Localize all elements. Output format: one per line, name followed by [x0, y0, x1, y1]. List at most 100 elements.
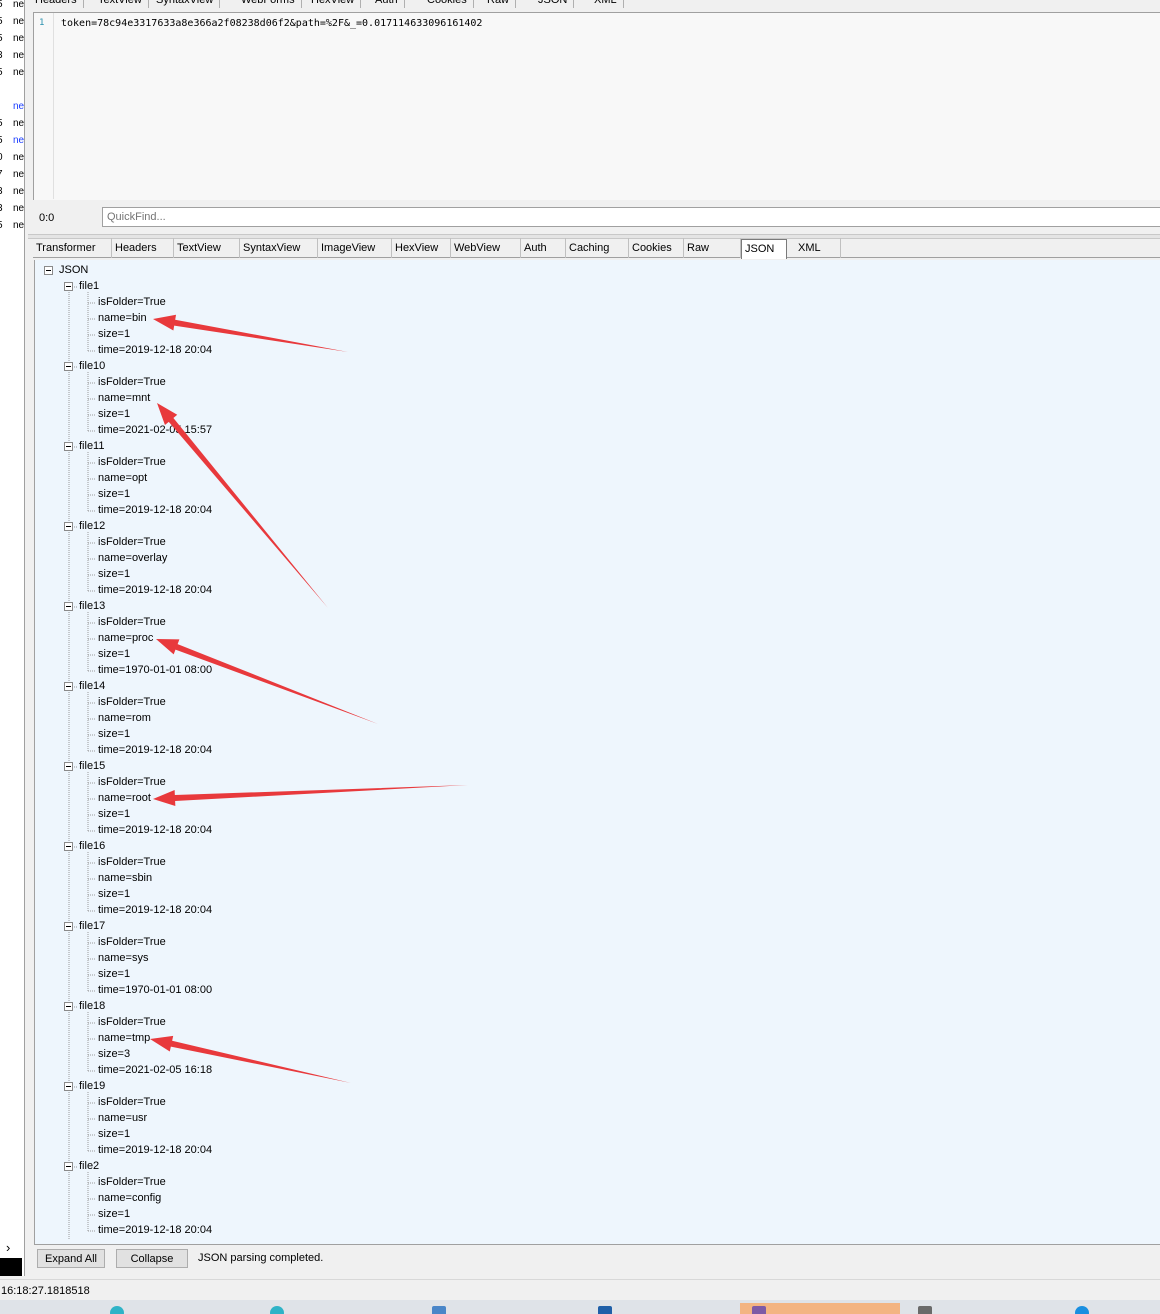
- taskbar-app-icon[interactable]: [752, 1306, 766, 1314]
- session-list-strip[interactable]: 5 ne 5 ne 5 ne 3 ne 5 ne ne 5 ne 5 ne 0 ne 7 ne 3 ne 3 ne 5 ne ›: [0, 0, 25, 1276]
- collapse-toggle-icon[interactable]: [64, 1082, 73, 1091]
- session-row[interactable]: 5 ne: [0, 132, 24, 149]
- tree-node-property[interactable]: time=2021-02-05 15:57: [98, 424, 212, 437]
- taskbar-app-icon[interactable]: [1075, 1306, 1089, 1314]
- tree-node-property[interactable]: time=2021-02-05 16:18: [98, 1064, 212, 1077]
- session-row[interactable]: 7 ne: [0, 166, 24, 183]
- tree-node-key[interactable]: file11: [79, 440, 104, 453]
- tree-node-property[interactable]: time=2019-12-18 20:04: [98, 504, 212, 517]
- tree-node-property[interactable]: isFolder=True: [98, 1016, 166, 1029]
- collapse-toggle-icon[interactable]: [64, 602, 73, 611]
- tree-node-property[interactable]: size=1: [98, 328, 130, 341]
- collapse-toggle-icon[interactable]: [64, 922, 73, 931]
- collapse-toggle-icon[interactable]: [64, 442, 73, 451]
- tree-node-property[interactable]: time=2019-12-18 20:04: [98, 824, 212, 837]
- request-tab-auth[interactable]: Auth: [375, 0, 405, 8]
- taskbar-app-icon[interactable]: [270, 1306, 284, 1314]
- tree-node-property[interactable]: isFolder=True: [98, 776, 166, 789]
- tree-node-property[interactable]: name=root: [98, 792, 151, 805]
- session-row[interactable]: 5 ne: [0, 115, 24, 132]
- session-row[interactable]: 0 ne: [0, 149, 24, 166]
- request-tab-json[interactable]: JSON: [538, 0, 575, 8]
- tree-node-property[interactable]: name=bin: [98, 312, 147, 325]
- tree-node-property[interactable]: name=opt: [98, 472, 147, 485]
- session-row[interactable]: [0, 81, 24, 98]
- session-row[interactable]: 3 ne: [0, 183, 24, 200]
- taskbar-app-icon[interactable]: [110, 1306, 124, 1314]
- session-row[interactable]: ne: [0, 98, 24, 115]
- collapse-toggle-icon[interactable]: [64, 682, 73, 691]
- response-tab-webview[interactable]: WebView: [451, 238, 521, 258]
- tree-node-property[interactable]: name=sbin: [98, 872, 152, 885]
- tree-node-property[interactable]: name=overlay: [98, 552, 167, 565]
- request-tab-raw[interactable]: Raw: [487, 0, 517, 8]
- tree-node-property[interactable]: size=1: [98, 1128, 130, 1141]
- response-tab-caching[interactable]: Caching: [566, 238, 629, 258]
- request-tab-textview[interactable]: TextView: [98, 0, 149, 8]
- tree-node-property[interactable]: size=1: [98, 408, 130, 421]
- tree-node-property[interactable]: time=1970-01-01 08:00: [98, 664, 212, 677]
- tree-node-key[interactable]: file2: [79, 1160, 99, 1173]
- tree-node-property[interactable]: size=1: [98, 488, 130, 501]
- collapse-button[interactable]: Collapse: [116, 1249, 188, 1268]
- tree-node-property[interactable]: isFolder=True: [98, 1176, 166, 1189]
- response-tab-transformer[interactable]: Transformer: [33, 238, 112, 258]
- tree-node-property[interactable]: time=2019-12-18 20:04: [98, 584, 212, 597]
- response-tab-xml[interactable]: XML: [795, 238, 841, 258]
- collapse-toggle-icon[interactable]: [64, 522, 73, 531]
- request-tab-webforms[interactable]: WebForms: [241, 0, 302, 8]
- quickfind-input[interactable]: [102, 207, 1160, 227]
- tree-node-property[interactable]: time=1970-01-01 08:00: [98, 984, 212, 997]
- response-tab-imageview[interactable]: ImageView: [318, 238, 392, 258]
- json-tree-panel[interactable]: JSON file1 isFolder=True name=bin size=1 time…: [34, 260, 1160, 1245]
- tree-node-property[interactable]: size=1: [98, 728, 130, 741]
- tree-node-property[interactable]: isFolder=True: [98, 536, 166, 549]
- response-tab-textview[interactable]: TextView: [174, 238, 240, 258]
- tree-node-property[interactable]: time=2019-12-18 20:04: [98, 1144, 212, 1157]
- response-tab-headers[interactable]: Headers: [112, 238, 174, 258]
- tree-node-property[interactable]: isFolder=True: [98, 936, 166, 949]
- session-row[interactable]: 5 ne: [0, 217, 24, 234]
- tree-node-key[interactable]: file19: [79, 1080, 105, 1093]
- tree-node-property[interactable]: size=1: [98, 568, 130, 581]
- tree-node-property[interactable]: isFolder=True: [98, 696, 166, 709]
- tree-node-property[interactable]: time=2019-12-18 20:04: [98, 744, 212, 757]
- response-tab-json[interactable]: JSON: [741, 239, 787, 259]
- request-tab-cookies[interactable]: Cookies: [427, 0, 474, 8]
- tree-node-property[interactable]: size=1: [98, 968, 130, 981]
- request-tab-xml[interactable]: XML: [594, 0, 624, 8]
- collapse-toggle-icon[interactable]: [64, 762, 73, 771]
- tree-node-key[interactable]: file13: [79, 600, 105, 613]
- collapse-toggle-icon[interactable]: [64, 1002, 73, 1011]
- session-row[interactable]: 5 ne: [0, 0, 24, 13]
- tree-node-property[interactable]: name=config: [98, 1192, 161, 1205]
- request-tab-headers[interactable]: Headers: [35, 0, 84, 8]
- collapse-toggle-icon[interactable]: [64, 1162, 73, 1171]
- collapse-toggle-icon[interactable]: [64, 842, 73, 851]
- collapse-toggle-icon[interactable]: [64, 282, 73, 291]
- response-tab-cookies[interactable]: Cookies: [629, 238, 684, 258]
- expand-all-button[interactable]: Expand All: [37, 1249, 105, 1268]
- session-row[interactable]: 3 ne: [0, 47, 24, 64]
- tree-root-label[interactable]: JSON: [59, 264, 88, 277]
- tree-node-property[interactable]: size=1: [98, 808, 130, 821]
- tree-node-property[interactable]: size=1: [98, 648, 130, 661]
- session-row[interactable]: 3 ne: [0, 200, 24, 217]
- request-body-text[interactable]: token=78c94e3317633a8e366a2f08238d06f2&p…: [61, 18, 482, 29]
- tree-node-key[interactable]: file1: [79, 280, 99, 293]
- collapse-toggle-icon[interactable]: [44, 266, 53, 275]
- tree-node-property[interactable]: isFolder=True: [98, 1096, 166, 1109]
- request-tab-syntaxview[interactable]: SyntaxView: [156, 0, 221, 8]
- session-row[interactable]: 5 ne: [0, 13, 24, 30]
- session-row[interactable]: 5 ne: [0, 64, 24, 81]
- tree-node-property[interactable]: isFolder=True: [98, 296, 166, 309]
- taskbar-app-icon[interactable]: [598, 1306, 612, 1314]
- tree-node-key[interactable]: file10: [79, 360, 105, 373]
- tree-node-property[interactable]: name=mnt: [98, 392, 150, 405]
- tree-node-key[interactable]: file14: [79, 680, 105, 693]
- tree-node-property[interactable]: name=usr: [98, 1112, 147, 1125]
- response-tab-raw[interactable]: Raw: [684, 238, 741, 258]
- session-row[interactable]: 5 ne: [0, 30, 24, 47]
- tree-node-property[interactable]: name=rom: [98, 712, 151, 725]
- tree-node-property[interactable]: isFolder=True: [98, 376, 166, 389]
